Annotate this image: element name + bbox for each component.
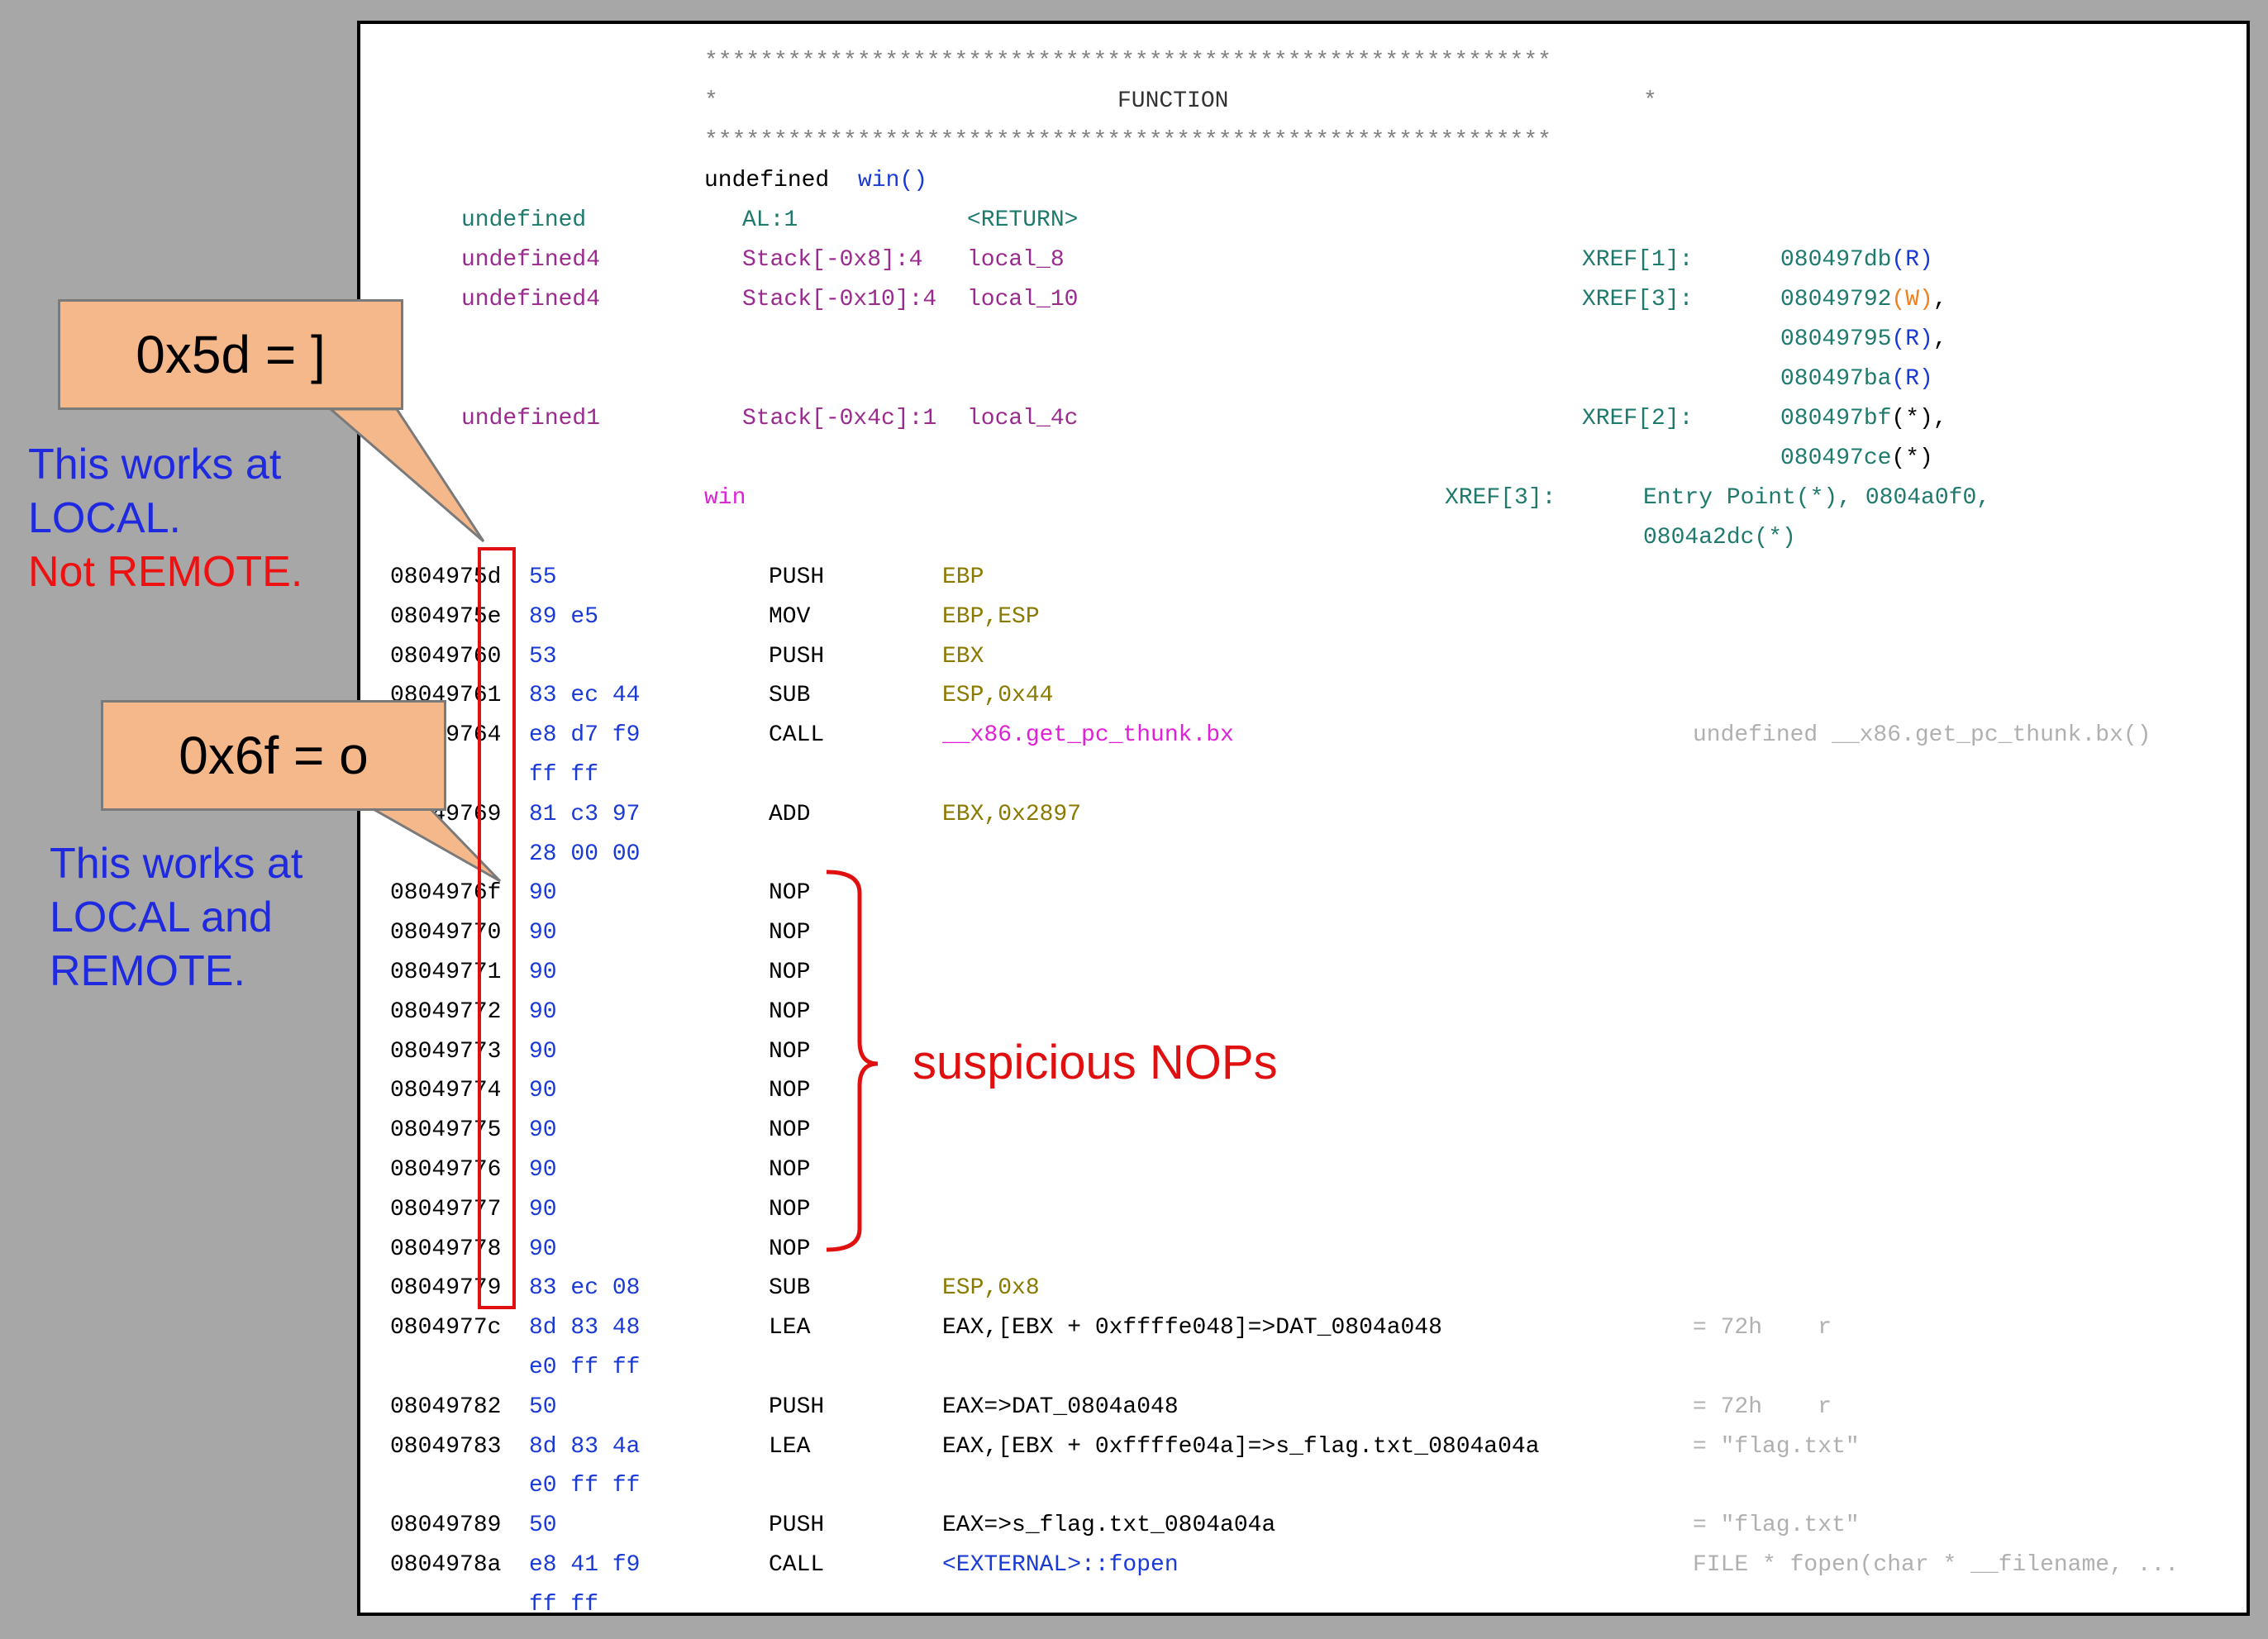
note-top: This works at LOCAL. Not REMOTE. (28, 441, 303, 596)
callout-box-0x6f: 0x6f = o (101, 700, 446, 811)
callout-box-0x5d: 0x5d = ] (58, 299, 403, 410)
callout-pointer-top (326, 407, 485, 543)
annotation-overlay (326, 407, 879, 1309)
suspicious-nops-label: suspicious NOPs (912, 1036, 1278, 1089)
nop-bracket (826, 870, 879, 1252)
highlight-address-column (478, 547, 516, 1309)
note-bottom: This works at LOCAL and REMOTE. (50, 840, 303, 995)
